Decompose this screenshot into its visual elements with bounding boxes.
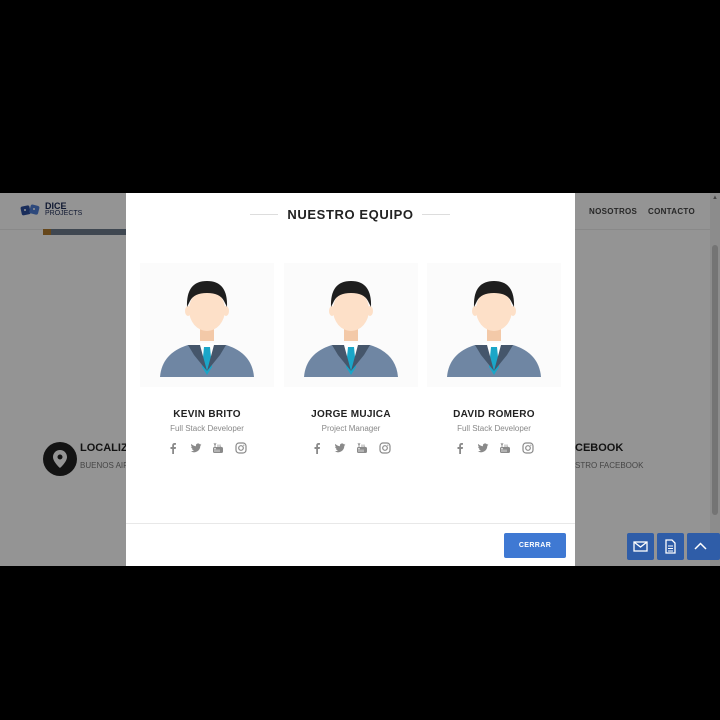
mail-icon (633, 541, 648, 552)
person-avatar-icon (427, 263, 561, 387)
member-social-links (284, 439, 418, 457)
member-social-links (427, 439, 561, 457)
close-button[interactable]: CERRAR (504, 533, 566, 558)
twitter-icon[interactable] (190, 442, 202, 454)
twitter-icon[interactable] (477, 442, 489, 454)
twitter-icon[interactable] (334, 442, 346, 454)
facebook-icon[interactable] (454, 442, 466, 454)
mail-button[interactable] (627, 533, 654, 560)
youtube-icon[interactable] (212, 442, 224, 454)
instagram-icon[interactable] (235, 442, 247, 454)
chevron-up-icon (694, 542, 707, 550)
person-avatar-icon (140, 263, 274, 387)
instagram-icon[interactable] (522, 442, 534, 454)
facebook-icon[interactable] (311, 442, 323, 454)
member-role: Full Stack Developer (457, 424, 531, 433)
scroll-top-button[interactable] (687, 533, 720, 560)
team-modal: NUESTRO EQUIPO KEVIN BRITO Full Stack De… (126, 193, 575, 566)
member-name: JORGE MUJICA (311, 409, 391, 420)
document-icon (665, 539, 676, 554)
person-avatar-icon (284, 263, 418, 387)
youtube-icon[interactable] (499, 442, 511, 454)
member-name: KEVIN BRITO (173, 409, 241, 420)
document-button[interactable] (657, 533, 684, 560)
member-name: DAVID ROMERO (453, 409, 535, 420)
facebook-icon[interactable] (167, 442, 179, 454)
member-role: Project Manager (321, 424, 381, 433)
modal-footer-divider (126, 523, 575, 524)
member-role: Full Stack Developer (170, 424, 244, 433)
instagram-icon[interactable] (379, 442, 391, 454)
youtube-icon[interactable] (356, 442, 368, 454)
browser-viewport: DICE PROJECTS NOSOTROS CONTACTO LOCALIZ … (0, 193, 720, 566)
member-social-links (140, 439, 274, 457)
modal-title: NUESTRO EQUIPO (287, 207, 414, 222)
